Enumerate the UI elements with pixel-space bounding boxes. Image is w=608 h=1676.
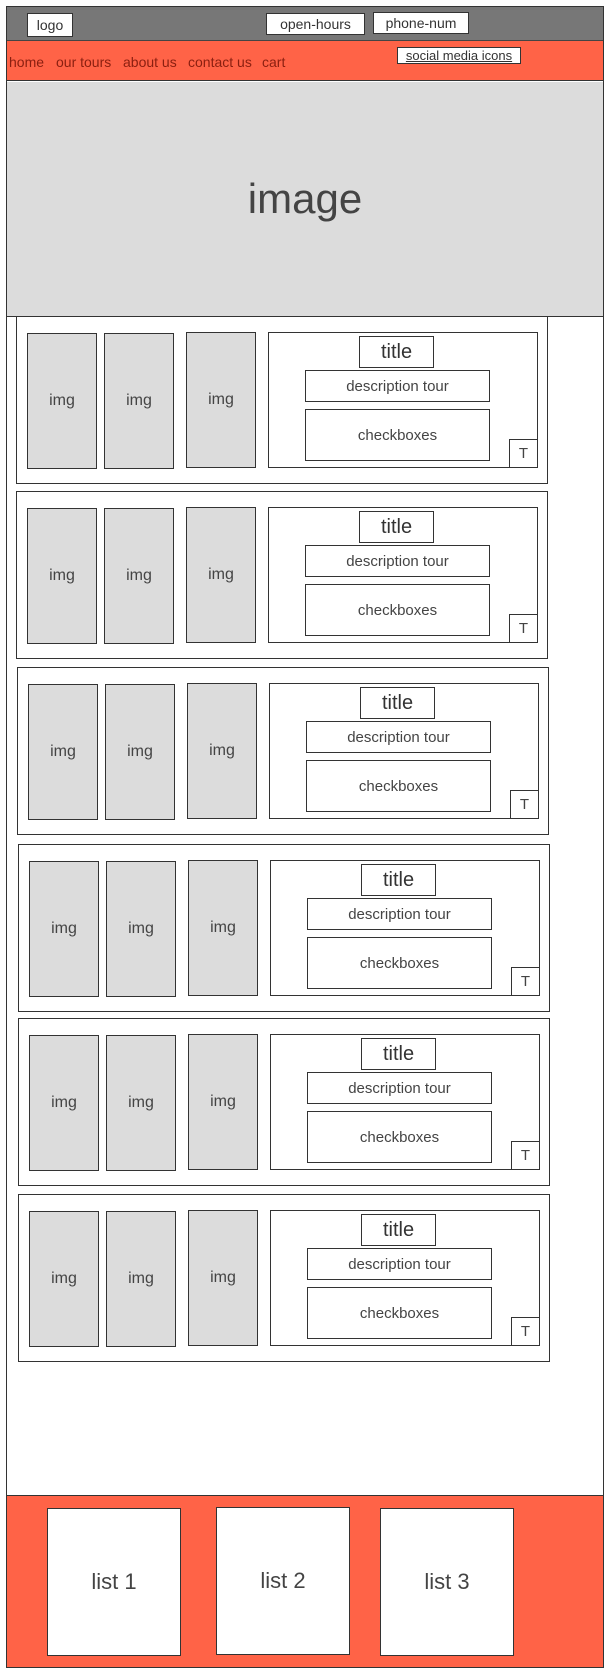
tour-t-button[interactable]: T xyxy=(511,1317,540,1346)
tour-card: img img img title description tour checkboxes… xyxy=(18,1018,550,1186)
nav-home[interactable]: home xyxy=(9,54,44,70)
tour-title: title xyxy=(361,1038,436,1070)
footer-list-3[interactable]: list 3 xyxy=(380,1508,514,1656)
tour-card: img img img title description tour checkboxes… xyxy=(16,316,548,484)
tour-info-panel: title description tour checkboxes T xyxy=(270,1210,540,1346)
tour-image[interactable]: img xyxy=(187,683,257,819)
footer-list-1[interactable]: list 1 xyxy=(47,1508,181,1656)
tour-description: description tour xyxy=(307,1072,492,1104)
tour-checkboxes[interactable]: checkboxes xyxy=(307,937,492,989)
top-bar: logo open-hours phone-num xyxy=(7,7,603,41)
tour-image[interactable]: img xyxy=(29,861,99,997)
tour-title: title xyxy=(361,1214,436,1246)
open-hours-box: open-hours xyxy=(266,13,365,35)
tour-info-panel: title description tour checkboxes T xyxy=(269,683,539,819)
nav-cart[interactable]: cart xyxy=(262,54,285,70)
tour-title: title xyxy=(359,511,434,543)
tour-checkboxes[interactable]: checkboxes xyxy=(307,1287,492,1339)
nav-about-us[interactable]: about us xyxy=(123,54,177,70)
page-frame: logo open-hours phone-num home our tours… xyxy=(6,6,604,1668)
tour-description: description tour xyxy=(307,898,492,930)
tour-image[interactable]: img xyxy=(188,1210,258,1346)
tour-image[interactable]: img xyxy=(186,332,256,468)
tour-t-button[interactable]: T xyxy=(509,614,538,643)
tour-t-button[interactable]: T xyxy=(511,967,540,996)
phone-number-box: phone-num xyxy=(373,12,469,34)
tour-title: title xyxy=(361,864,436,896)
tour-title: title xyxy=(359,336,434,368)
tour-image[interactable]: img xyxy=(106,861,176,997)
footer-list-2[interactable]: list 2 xyxy=(216,1507,350,1655)
tour-description: description tour xyxy=(306,721,491,753)
tour-t-button[interactable]: T xyxy=(509,439,538,468)
tour-image[interactable]: img xyxy=(188,860,258,996)
tour-image[interactable]: img xyxy=(29,1035,99,1171)
tour-checkboxes[interactable]: checkboxes xyxy=(307,1111,492,1163)
nav-our-tours[interactable]: our tours xyxy=(56,54,111,70)
tour-image[interactable]: img xyxy=(105,684,175,820)
tour-card: img img img title description tour checkboxes… xyxy=(17,667,549,835)
tour-title: title xyxy=(360,687,435,719)
tour-info-panel: title description tour checkboxes T xyxy=(268,507,538,643)
tour-image[interactable]: img xyxy=(27,333,97,469)
tour-image[interactable]: img xyxy=(27,508,97,644)
tour-image[interactable]: img xyxy=(186,507,256,643)
tour-checkboxes[interactable]: checkboxes xyxy=(305,584,490,636)
logo[interactable]: logo xyxy=(27,13,73,37)
tour-t-button[interactable]: T xyxy=(511,1141,540,1170)
tour-t-button[interactable]: T xyxy=(510,790,539,819)
nav-contact-us[interactable]: contact us xyxy=(188,54,252,70)
tour-card: img img img title description tour checkboxes… xyxy=(18,1194,550,1362)
tour-info-panel: title description tour checkboxes T xyxy=(268,332,538,468)
tour-card: img img img title description tour checkboxes… xyxy=(16,491,548,659)
tour-image[interactable]: img xyxy=(104,508,174,644)
tour-description: description tour xyxy=(307,1248,492,1280)
tour-image[interactable]: img xyxy=(188,1034,258,1170)
tour-description: description tour xyxy=(305,370,490,402)
tour-checkboxes[interactable]: checkboxes xyxy=(306,760,491,812)
tour-image[interactable]: img xyxy=(106,1211,176,1347)
social-media-icons[interactable]: social media icons xyxy=(397,47,521,64)
tour-checkboxes[interactable]: checkboxes xyxy=(305,409,490,461)
hero-image: image xyxy=(7,82,603,317)
tour-card: img img img title description tour checkboxes… xyxy=(18,844,550,1012)
tour-info-panel: title description tour checkboxes T xyxy=(270,1034,540,1170)
tour-image[interactable]: img xyxy=(29,1211,99,1347)
tour-info-panel: title description tour checkboxes T xyxy=(270,860,540,996)
tour-image[interactable]: img xyxy=(104,333,174,469)
main-nav: home our tours about us contact us cart … xyxy=(7,41,603,81)
tour-image[interactable]: img xyxy=(28,684,98,820)
tour-image[interactable]: img xyxy=(106,1035,176,1171)
tour-description: description tour xyxy=(305,545,490,577)
footer: list 1 list 2 list 3 xyxy=(7,1495,603,1667)
